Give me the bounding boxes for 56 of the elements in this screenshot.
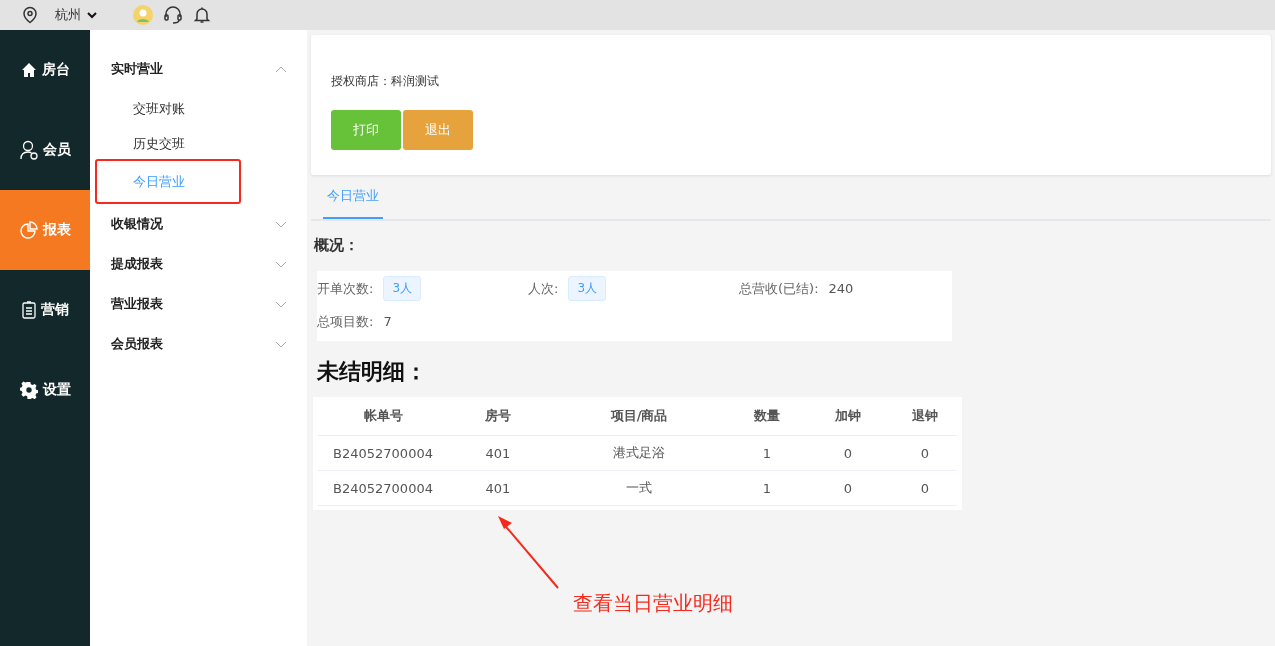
chevron-icon (275, 220, 287, 228)
field-label: 总营收(已结): (739, 279, 819, 298)
column-header: 退钟 (911, 407, 939, 425)
table-cell-text: 401 (484, 480, 512, 496)
chevron-icon (275, 300, 287, 308)
column-header: 加钟 (834, 407, 862, 425)
table-cell-text: 0 (842, 445, 854, 461)
field-label: 人次: (528, 279, 559, 298)
table-cell-text: B24052700004 (332, 445, 434, 461)
table-cell-text: 0 (919, 445, 931, 461)
chevron-icon (275, 260, 287, 268)
submenu-group[interactable]: 会员报表 (90, 324, 307, 364)
column-header: 数量 (753, 407, 781, 425)
table-cell-text: 0 (842, 480, 854, 496)
submenu-group[interactable]: 收银情况 (90, 204, 307, 244)
pie-chart-icon (19, 221, 38, 239)
table-cell-text: 401 (484, 445, 512, 461)
user-icon (19, 140, 38, 160)
section-title: 概况： (314, 235, 360, 256)
column-header: 项目/商品 (609, 407, 669, 425)
store-label: 授权商店：科润测试 (331, 73, 440, 90)
table-cell-text: 一式 (625, 479, 653, 497)
field-value: 240 (828, 281, 854, 296)
nav-item[interactable]: 设置 (0, 350, 90, 430)
submenu-item[interactable]: 历史交班 (95, 124, 241, 159)
submenu-item[interactable]: 交班对账 (95, 89, 241, 124)
table-cell-text: 1 (761, 445, 773, 461)
home-icon (20, 62, 37, 78)
location-pin-icon[interactable] (21, 6, 39, 24)
count-tag: 3人 (568, 276, 607, 301)
submenu-group[interactable]: 提成报表 (90, 244, 307, 284)
settings-icon (19, 381, 38, 399)
submenu-group[interactable]: 实时营业 (90, 49, 307, 89)
nav-item[interactable]: 营销 (0, 270, 90, 350)
headset-icon[interactable] (163, 5, 183, 25)
city-selector[interactable]: 杭州 (55, 6, 81, 24)
column-header: 帐单号 (362, 407, 404, 425)
chevron-icon (275, 65, 287, 73)
nav-item[interactable]: 房台 (0, 30, 90, 110)
field-label: 开单次数: (317, 279, 374, 298)
chevron-down-icon[interactable] (87, 11, 97, 19)
clipboard-icon (21, 301, 36, 319)
submenu-group[interactable]: 营业报表 (90, 284, 307, 324)
count-tag: 3人 (383, 276, 422, 301)
annotation-text: 查看当日营业明细 (573, 590, 733, 617)
column-header: 房号 (484, 407, 512, 425)
table-cell-text: B24052700004 (332, 480, 434, 496)
table-cell-text: 港式足浴 (612, 444, 666, 462)
chevron-icon (275, 340, 287, 348)
nav-item[interactable]: 会员 (0, 110, 90, 190)
field-value: 7 (383, 314, 392, 329)
section-title: 未结明细： (317, 358, 428, 386)
field-label: 总项目数: (317, 312, 374, 331)
bell-icon[interactable] (193, 6, 211, 24)
table-cell-text: 0 (919, 480, 931, 496)
table-cell-text: 1 (761, 480, 773, 496)
